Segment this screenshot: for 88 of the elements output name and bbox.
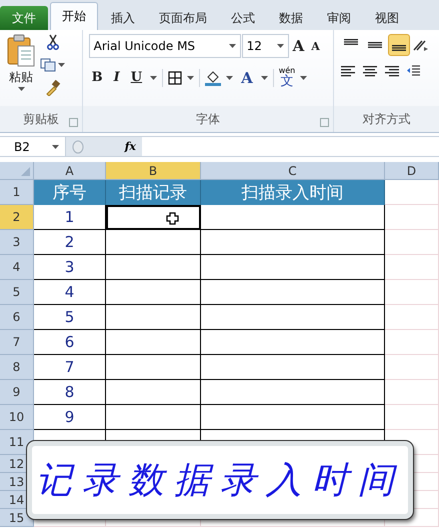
font-size-field[interactable]: 12 [242,34,289,58]
insert-function-button[interactable]: fx [124,140,136,153]
row-header[interactable]: 7 [0,330,34,355]
indent-icon[interactable] [406,64,420,78]
ribbon-tab[interactable]: 数据 [268,6,314,30]
borders-icon[interactable] [168,70,182,84]
align-icon [384,64,400,78]
caret-icon [228,44,236,48]
row-header[interactable]: 9 [0,380,34,405]
table-cell [385,355,439,380]
caret-icon [58,63,65,67]
table-cell: 8 [34,380,106,405]
row-header[interactable]: 15 [0,509,34,527]
table-cell: 3 [34,255,106,280]
align-icon [340,64,356,78]
bold-button[interactable]: B [88,70,106,85]
header-cell: 扫描记录 [106,180,201,205]
group-label: 对齐方式 [334,106,439,132]
column-header[interactable]: C [201,162,385,180]
align-icon [362,64,378,78]
table-cell: 4 [34,280,106,305]
row-header[interactable]: 2 [0,205,34,230]
table-cell: 1 [34,205,106,230]
table-cell: 5 [34,305,106,330]
ribbon-tab[interactable]: 审阅 [316,6,362,30]
fill-bucket-icon[interactable] [205,70,222,86]
caret-icon [18,87,24,91]
table-cell: 6 [34,330,106,355]
shrink-font-button[interactable]: A [308,40,323,52]
table-cell: 2 [34,230,106,255]
align-button[interactable] [388,34,410,56]
copy-icon[interactable] [40,58,56,72]
caret-icon [276,44,284,48]
phonetic-button[interactable]: wén 文 [278,67,296,88]
row-header[interactable]: 1 [0,180,34,205]
group-label: 字体 [82,106,334,132]
row-header[interactable]: 5 [0,280,34,305]
row-header[interactable]: 4 [0,255,34,280]
caption-text: 记录数据录入时间 [36,458,404,502]
table-cell [385,230,439,255]
column-header[interactable]: A [34,162,106,180]
table-cell [385,405,439,430]
font-color-button[interactable]: A [238,68,256,86]
table-cell [385,255,439,280]
caret-icon [300,76,308,80]
clipboard-icon [6,34,36,68]
row-header[interactable]: 11 [0,430,34,455]
table-cell [385,380,439,405]
caret-icon [260,76,268,80]
row-header[interactable]: 10 [0,405,34,430]
format-painter-icon[interactable] [44,80,60,96]
table-cell [385,205,439,230]
ribbon-tab[interactable]: 视图 [364,6,410,30]
ribbon-tab[interactable]: 插入 [100,6,146,30]
header-cell: 扫描录入时间 [201,180,385,205]
group-label: 剪贴板 [0,106,82,132]
column-header[interactable]: B [106,162,201,180]
table-cell [385,305,439,330]
table-cell: 7 [34,355,106,380]
ribbon-tab[interactable]: 公式 [220,6,266,30]
header-cell: 序号 [34,180,106,205]
row-header[interactable]: 8 [0,355,34,380]
handle-icon[interactable] [72,140,84,154]
scissors-icon[interactable] [46,34,60,50]
ribbon-tab[interactable]: 页面布局 [148,6,218,30]
paste-label[interactable]: 粘贴 [9,69,33,86]
caret-icon [150,76,158,80]
ribbon-tab[interactable]: 开始 [50,2,98,30]
table-cell [385,330,439,355]
table-cell [385,280,439,305]
column-header[interactable]: D [385,162,439,180]
cursor-icon [166,212,179,225]
row-header[interactable]: 3 [0,230,34,255]
file-tab[interactable]: 文件 [0,6,48,30]
table-cell [385,180,439,205]
grow-font-button[interactable]: A [290,37,308,55]
align-icon [392,45,406,51]
underline-button[interactable]: U [128,70,146,85]
caret-icon [226,76,234,80]
font-name-field[interactable]: Arial Unicode MS [88,34,241,58]
italic-button[interactable]: I [110,70,123,85]
table-cell: 9 [34,405,106,430]
align-icon [344,39,358,45]
caret-icon [52,144,59,148]
row-header[interactable]: 6 [0,305,34,330]
orientation-icon[interactable] [412,38,430,52]
caret-icon [187,76,194,80]
align-icon [368,42,382,48]
